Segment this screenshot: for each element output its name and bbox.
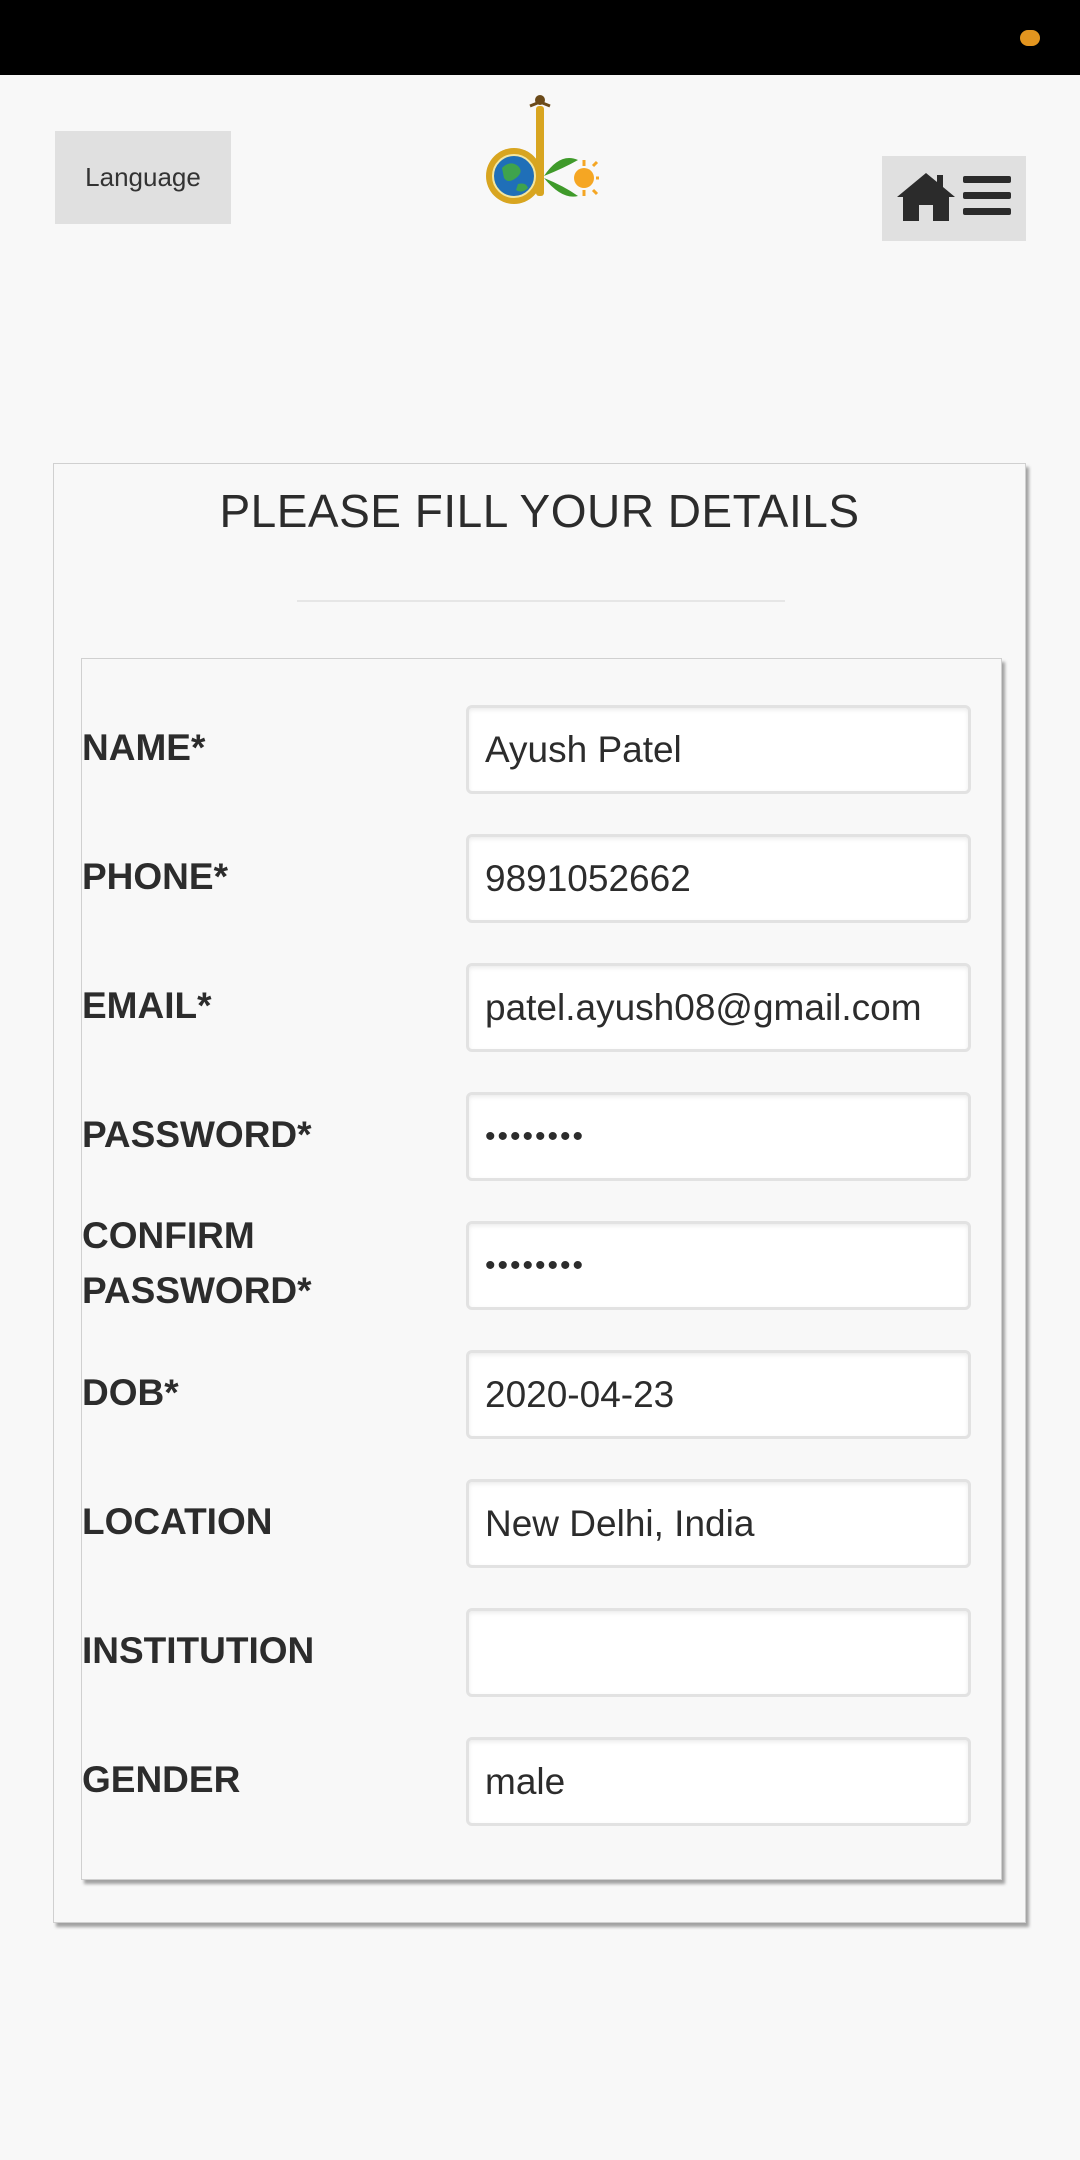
location-label: LOCATION (82, 1501, 273, 1542)
dob-label: DOB* (82, 1372, 179, 1413)
gender-label: GENDER (82, 1759, 241, 1800)
confirm-password-input[interactable]: •••••••• (466, 1221, 971, 1310)
status-bar (0, 0, 1080, 75)
details-card: PLEASE FILL YOUR DETAILS (53, 463, 1026, 1923)
gender-input[interactable]: male (466, 1737, 971, 1826)
password-label: PASSWORD* (82, 1114, 312, 1155)
status-indicator-icon (1020, 30, 1040, 46)
email-input[interactable]: patel.ayush08@gmail.com (466, 963, 971, 1052)
title-divider (297, 600, 785, 602)
language-button[interactable]: Language (55, 131, 231, 224)
dob-input[interactable]: 2020-04-23 (466, 1350, 971, 1439)
hamburger-menu-icon[interactable] (961, 173, 1013, 224)
form-title: PLEASE FILL YOUR DETAILS (219, 485, 860, 537)
location-input[interactable]: New Delhi, India (466, 1479, 971, 1568)
email-label: EMAIL* (82, 985, 212, 1026)
phone-input[interactable]: 9891052662 (466, 834, 971, 923)
phone-label: PHONE* (82, 856, 228, 897)
home-icon[interactable] (895, 169, 957, 228)
confirm-password-label: CONFIRM PASSWORD* (82, 1215, 312, 1311)
name-input[interactable]: Ayush Patel (466, 705, 971, 794)
institution-input[interactable] (466, 1608, 971, 1697)
name-label: NAME* (82, 727, 206, 768)
password-input[interactable]: •••••••• (466, 1092, 971, 1181)
home-menu-button[interactable] (882, 156, 1026, 241)
dk-logo-icon (478, 92, 600, 218)
institution-label: INSTITUTION (82, 1630, 315, 1671)
